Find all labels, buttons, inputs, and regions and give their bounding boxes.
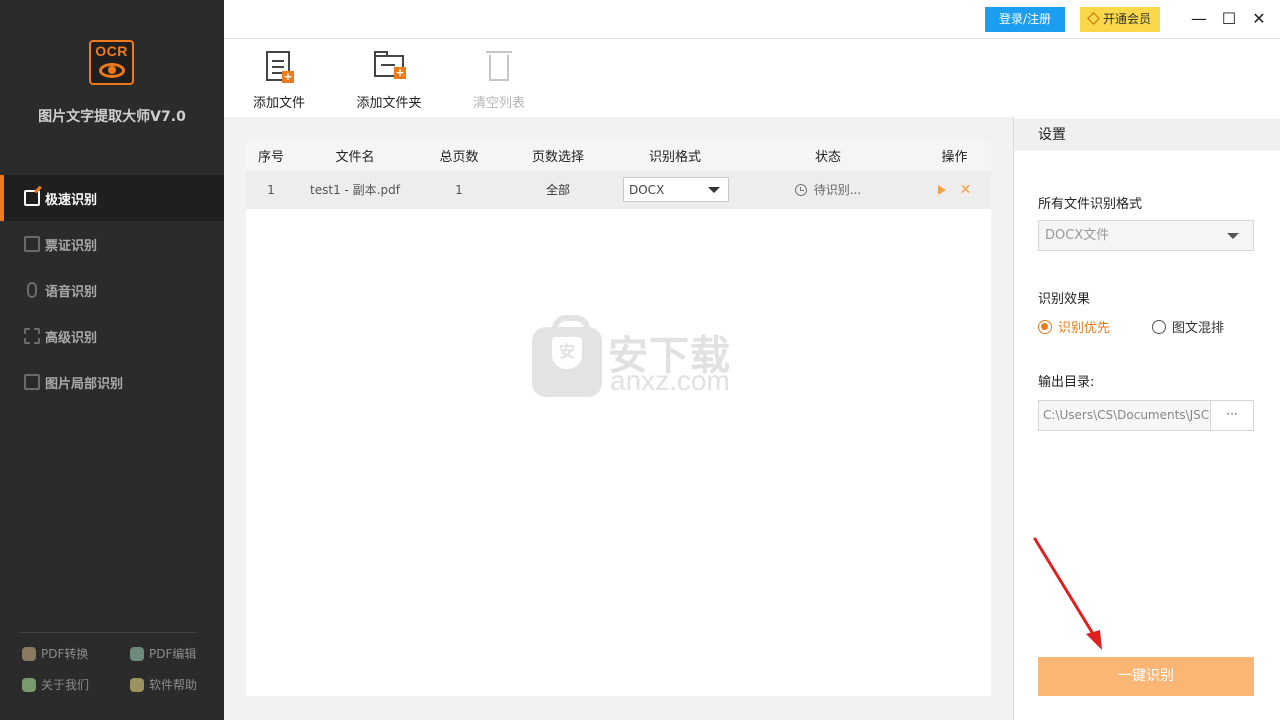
link-label: PDF转换 [41,647,89,661]
col-actions: 操作 [941,150,968,165]
watermark-en: anxz.com [610,365,730,396]
sidebar-item-fast-ocr[interactable]: 极速识别 [0,175,224,221]
maximize-button[interactable]: ☐ [1218,8,1240,30]
login-button[interactable]: 登录/注册 [985,7,1065,32]
col-pages: 总页数 [439,150,479,165]
sidebar-item-voice[interactable]: 语音识别 [0,267,224,313]
effect-label: 识别效果 [1038,292,1091,307]
col-index: 序号 [257,150,284,165]
sidebar-item-label: 高级识别 [45,330,98,346]
settings-title: 设置 [1014,119,1280,151]
close-button[interactable]: ✕ [1248,8,1270,30]
status-text: 待识别... [813,183,862,197]
all-format-select[interactable]: DOCX文件 [1038,220,1254,251]
ticket-icon [24,236,40,252]
format-dropdown[interactable]: DOCX [623,177,729,202]
minimize-button[interactable]: — [1188,8,1210,30]
col-filename: 文件名 [335,150,375,165]
vip-button[interactable]: 开通会员 [1080,7,1160,32]
radio-unchecked-icon [1152,319,1166,334]
logo-text: OCR [95,43,128,59]
shield-icon: 安 [552,337,582,369]
scan-icon [24,328,40,344]
row-actions: ✕ [918,182,991,198]
add-file-label: 添加文件 [252,96,305,111]
sidebar-item-label: 语音识别 [45,284,98,300]
sidebar-item-label: 极速识别 [45,192,98,208]
col-page-select: 页数选择 [531,150,584,165]
link-label: 关于我们 [41,678,90,692]
browse-button[interactable]: ··· [1210,400,1254,431]
image-crop-icon [24,374,40,390]
radio-label: 识别优先 [1058,321,1111,336]
row-index: 1 [267,182,275,197]
title-bar: 登录/注册 开通会员 — ☐ ✕ [224,0,1280,39]
add-folder-label: 添加文件夹 [356,96,422,111]
table-row: 1 test1 - 副本.pdf 1 全部 DOCX 待识别... ✕ [246,170,991,209]
about-link[interactable]: 关于我们 [22,676,89,693]
red-arrow-annotation [1033,537,1102,650]
clear-list-button[interactable]: 清空列表 [469,49,529,111]
caret-down-icon [708,186,720,193]
row-filename: test1 - 副本.pdf [310,183,400,197]
add-folder-icon: + [374,49,406,83]
row-status: 待识别... [738,181,918,198]
col-format: 识别格式 [648,150,701,165]
app-title: 图片文字提取大师V7.0 [38,109,186,125]
sidebar: OCR 图片文字提取大师V7.0 极速识别 票证识别 语音识别 高级识别 图片局… [0,0,224,720]
radio-label: 图文混排 [1172,321,1225,336]
vip-label: 开通会员 [1102,12,1151,26]
sidebar-item-label: 图片局部识别 [45,376,124,392]
diamond-icon [1087,12,1100,25]
eye-pupil [108,66,116,74]
pdf-convert-link[interactable]: PDF转换 [22,645,88,662]
caret-down-icon [1227,233,1239,239]
output-label: 输出目录: [1038,375,1095,390]
row-page-select[interactable]: 全部 [504,181,612,198]
row-format-cell: DOCX [612,177,738,202]
add-file-icon: + [264,49,294,83]
about-icon [22,677,36,692]
format-value: DOCX [629,182,665,197]
clear-list-label: 清空列表 [472,96,525,111]
link-label: 软件帮助 [149,678,198,692]
pdf-convert-icon [22,646,36,661]
add-folder-button[interactable]: + 添加文件夹 [352,49,426,111]
row-pages: 1 [455,182,463,197]
sidebar-divider [20,632,196,633]
all-format-label: 所有文件识别格式 [1038,197,1143,212]
help-link[interactable]: 软件帮助 [130,676,197,693]
sidebar-item-advanced[interactable]: 高级识别 [0,313,224,359]
file-list: 序号 文件名 总页数 页数选择 识别格式 状态 操作 1 test1 - 副本.… [246,141,991,696]
table-header: 序号 文件名 总页数 页数选择 识别格式 状态 操作 [246,141,991,170]
link-label: PDF编辑 [149,647,197,661]
sidebar-item-image-region[interactable]: 图片局部识别 [0,359,224,405]
start-recognition-button[interactable]: 一键识别 [1038,657,1254,696]
pdf-edit-icon [130,646,144,661]
radio-checked-icon [1038,319,1052,334]
col-status: 状态 [814,150,841,165]
output-path-field[interactable]: C:\Users\CS\Documents\JSC [1038,400,1211,431]
play-icon[interactable] [937,184,946,195]
radio-recognition-first[interactable]: 识别优先 [1038,317,1110,336]
delete-icon[interactable]: ✕ [960,182,972,198]
trash-icon [484,49,514,83]
radio-mixed-layout[interactable]: 图文混排 [1152,317,1224,336]
fast-ocr-icon [24,190,40,206]
all-format-value: DOCX文件 [1045,228,1110,243]
clock-icon [794,183,807,196]
help-icon [130,677,144,692]
sidebar-item-label: 票证识别 [45,238,98,254]
watermark: 安 安下载 anxz.com [532,315,747,402]
pdf-edit-link[interactable]: PDF编辑 [130,645,196,662]
sidebar-nav: 极速识别 票证识别 语音识别 高级识别 图片局部识别 [0,175,224,405]
microphone-icon [27,282,37,298]
add-file-button[interactable]: + 添加文件 [250,49,308,111]
toolbar: + 添加文件 + 添加文件夹 清空列表 [224,39,1280,117]
ocr-logo: OCR [89,40,134,85]
sidebar-item-ticket[interactable]: 票证识别 [0,221,224,267]
